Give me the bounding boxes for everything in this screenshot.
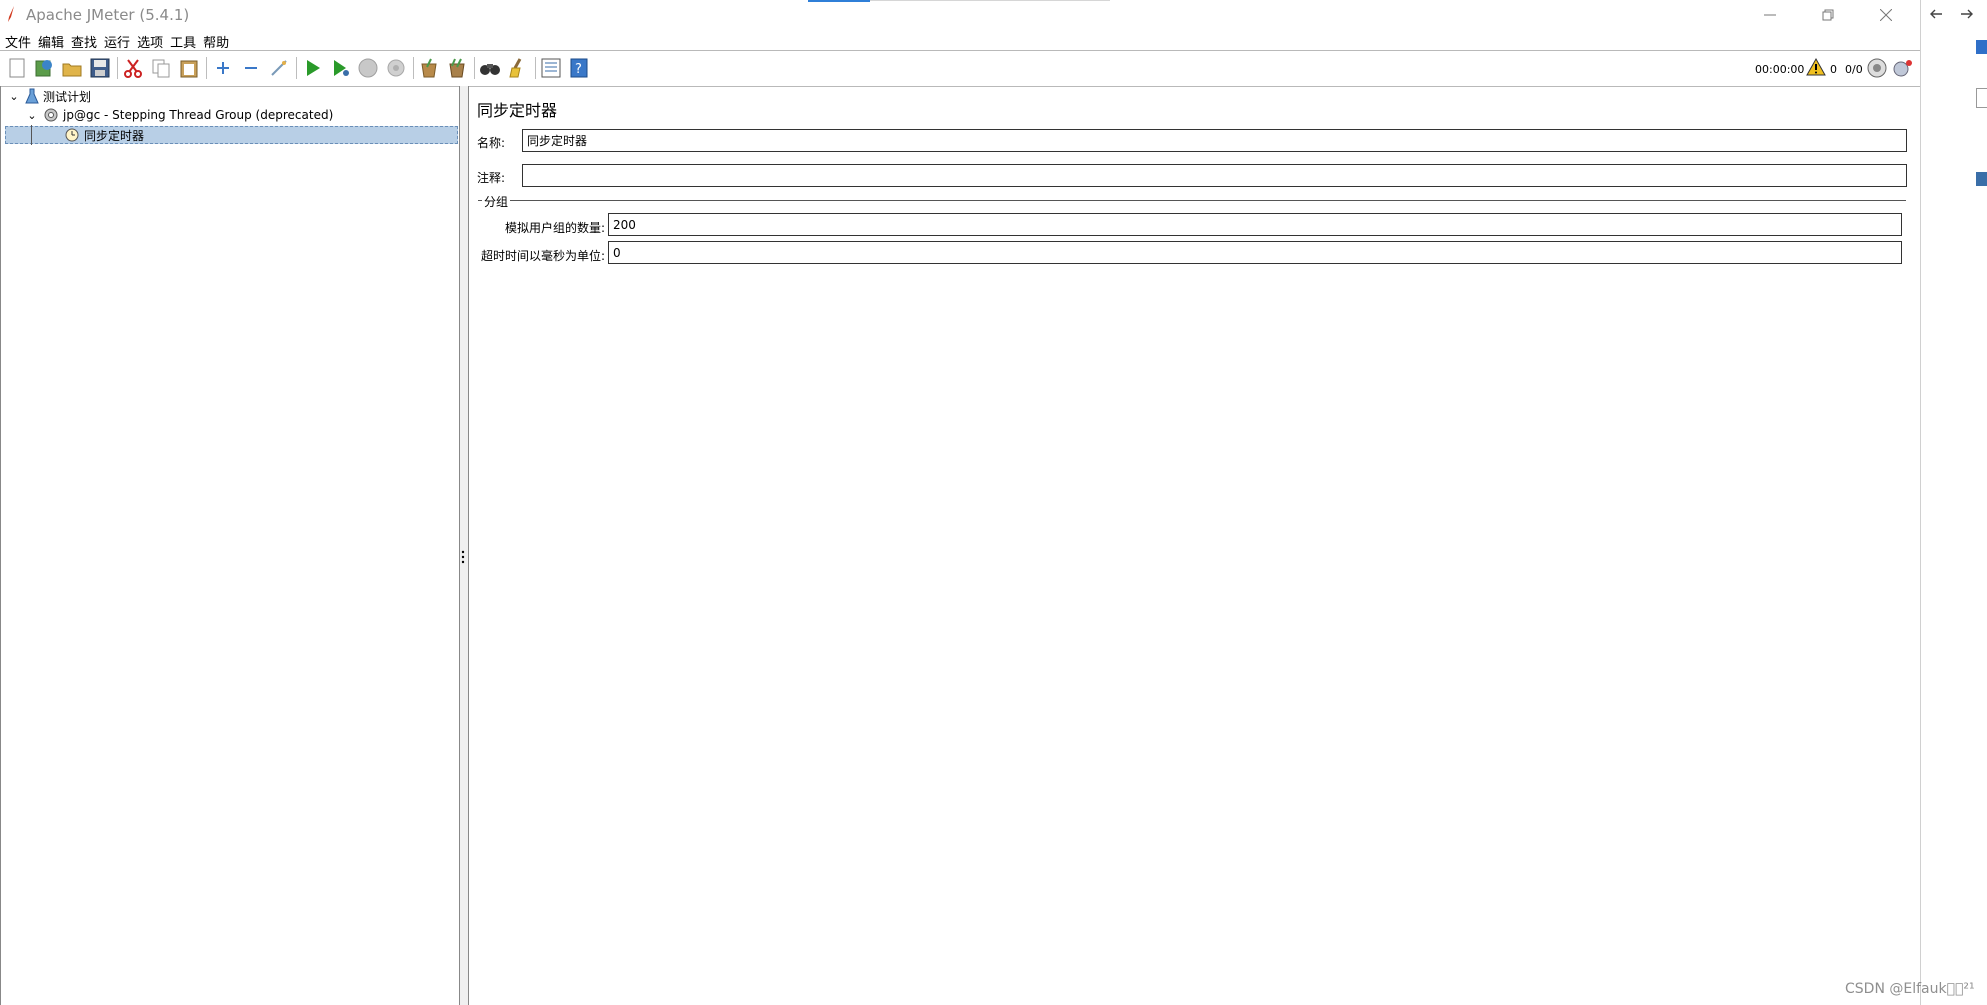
- restore-button[interactable]: [1800, 0, 1856, 30]
- stop-icon[interactable]: [357, 57, 379, 79]
- test-plan-tree: ⌄ 测试计划 ⌄ jp@gc - Stepping Thread Group (…: [0, 86, 459, 1005]
- templates-icon[interactable]: [33, 57, 55, 79]
- comment-label: 注释:: [477, 171, 506, 185]
- warning-count: 0: [1830, 63, 1837, 76]
- tree-label: jp@gc - Stepping Thread Group (deprecate…: [63, 108, 334, 122]
- start-icon[interactable]: [302, 57, 324, 79]
- start-no-pause-icon[interactable]: [330, 57, 352, 79]
- menu-edit[interactable]: 编辑: [33, 30, 64, 51]
- timeout-label: 超时时间以毫秒为单位:: [481, 249, 606, 263]
- collapse-icon[interactable]: [240, 57, 262, 79]
- clear-icon[interactable]: [418, 57, 440, 79]
- menu-options[interactable]: 选项: [132, 30, 163, 51]
- chevron-down-icon[interactable]: ⌄: [25, 109, 39, 122]
- shutdown-icon[interactable]: [385, 57, 407, 79]
- menu-search[interactable]: 查找: [66, 30, 97, 51]
- test-plan-icon: [25, 88, 39, 104]
- minimize-icon: [1764, 14, 1776, 16]
- group-border: [478, 200, 1906, 201]
- group-legend: 分组: [482, 193, 511, 210]
- adjacent-window-edge: [1920, 0, 1987, 1005]
- tree-node-test-plan[interactable]: ⌄ 测试计划: [7, 87, 91, 105]
- menu-run[interactable]: 运行: [99, 30, 130, 51]
- close-icon: [1880, 9, 1892, 21]
- menu-help[interactable]: 帮助: [198, 30, 229, 51]
- back-arrow-icon[interactable]: [1928, 6, 1944, 25]
- save-icon[interactable]: [89, 57, 111, 79]
- splitter-grip-icon[interactable]: [460, 550, 466, 567]
- menu-tools[interactable]: 工具: [165, 30, 196, 51]
- users-count-field[interactable]: [608, 213, 1902, 236]
- toolbar-separator: [117, 57, 118, 79]
- clear-all-icon[interactable]: [446, 57, 468, 79]
- edge-app-icon: [1976, 40, 1987, 54]
- name-field[interactable]: [522, 129, 1907, 152]
- active-threads: 0/0: [1845, 63, 1863, 76]
- paste-icon[interactable]: [178, 57, 200, 79]
- tree-node-sync-timer[interactable]: 同步定时器: [5, 125, 458, 145]
- help-icon[interactable]: ?: [568, 57, 590, 79]
- name-label: 名称:: [477, 136, 506, 150]
- search-icon[interactable]: [479, 57, 501, 79]
- elapsed-time: 00:00:00: [1755, 63, 1805, 76]
- timeout-field[interactable]: [608, 241, 1902, 264]
- warning-icon[interactable]: [1806, 57, 1826, 80]
- title-accent-bar: [808, 0, 870, 2]
- forward-arrow-icon[interactable]: [1959, 6, 1975, 25]
- threads-status-icon: [1866, 57, 1888, 82]
- menu-file[interactable]: 文件: [0, 30, 31, 51]
- toolbar: ? 00:00:00 0 0/0: [0, 50, 1920, 87]
- toolbar-separator: [535, 57, 536, 79]
- cut-icon[interactable]: [122, 57, 144, 79]
- tree-guide-line: [31, 125, 32, 145]
- new-icon[interactable]: [6, 57, 28, 79]
- title-accent-line: [870, 0, 1110, 1]
- close-button[interactable]: [1858, 0, 1914, 30]
- edge-field: [1976, 88, 1987, 108]
- menu-bar: 文件 编辑 查找 运行 选项 工具 帮助: [0, 30, 231, 51]
- reset-search-icon[interactable]: [507, 57, 529, 79]
- edge-selection: [1976, 172, 1987, 186]
- thread-group-gear-icon: [44, 108, 58, 122]
- function-helper-icon[interactable]: [540, 57, 562, 79]
- toolbar-separator: [296, 57, 297, 79]
- toolbar-separator: [413, 57, 414, 79]
- restore-icon: [1822, 9, 1834, 21]
- open-icon[interactable]: [61, 57, 83, 79]
- jmeter-feather-icon: [8, 6, 14, 22]
- expand-icon[interactable]: [212, 57, 234, 79]
- watermark: CSDN @Elfauk  ²¹: [1845, 981, 1975, 997]
- minimize-button[interactable]: [1742, 0, 1798, 30]
- tree-node-thread-group[interactable]: ⌄ jp@gc - Stepping Thread Group (depreca…: [25, 106, 333, 124]
- log-viewer-icon[interactable]: [1892, 57, 1914, 82]
- tree-label: 测试计划: [43, 89, 92, 104]
- timer-clock-icon: [65, 128, 79, 142]
- tree-label: 同步定时器: [84, 128, 145, 143]
- comment-field[interactable]: [522, 164, 1907, 187]
- toolbar-separator: [474, 57, 475, 79]
- toggle-icon[interactable]: [268, 57, 290, 79]
- window-title: Apache JMeter (5.4.1): [26, 6, 190, 24]
- title-bar: Apache JMeter (5.4.1): [0, 0, 1920, 30]
- chevron-down-icon[interactable]: ⌄: [7, 90, 21, 103]
- toolbar-separator: [206, 57, 207, 79]
- svg-text:?: ?: [575, 62, 582, 77]
- copy-icon[interactable]: [150, 57, 172, 79]
- panel-title: 同步定时器: [477, 101, 558, 120]
- users-count-label: 模拟用户组的数量:: [505, 221, 606, 235]
